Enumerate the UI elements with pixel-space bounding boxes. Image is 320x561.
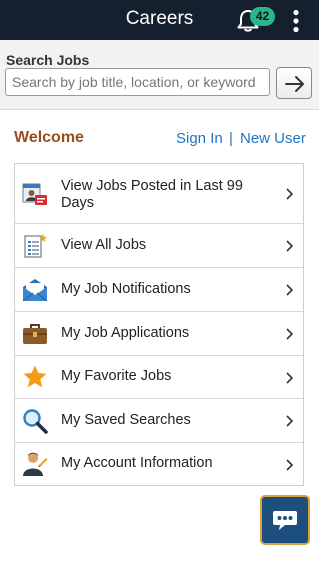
new-user-link[interactable]: New User <box>240 130 306 147</box>
menu-item-label: View All Jobs <box>61 237 147 253</box>
sign-in-link[interactable]: Sign In <box>176 130 223 147</box>
menu-item-label: My Job Notifications <box>61 281 191 297</box>
chevron-right-icon <box>286 415 294 427</box>
careers-menu: View Jobs Posted in Last 99 Days View Al… <box>14 163 304 486</box>
menu-item-label: My Favorite Jobs <box>61 368 172 384</box>
search-go-button[interactable] <box>276 67 312 99</box>
chevron-right-icon <box>286 240 294 252</box>
arrow-right-icon <box>285 76 304 92</box>
link-separator: | <box>229 130 233 147</box>
chat-bubble-icon <box>273 511 297 530</box>
calendar-jobs-icon <box>22 183 47 205</box>
menu-item-my-job-notifications[interactable]: My Job Notifications <box>15 268 303 312</box>
menu-item-my-favorite-jobs[interactable]: My Favorite Jobs <box>15 356 303 399</box>
menu-item-label: My Account Information <box>61 455 213 471</box>
chevron-right-icon <box>286 284 294 296</box>
more-options-icon[interactable] <box>290 9 302 33</box>
chat-button[interactable] <box>260 495 310 545</box>
search-input[interactable] <box>5 68 270 96</box>
person-icon <box>23 452 48 476</box>
search-section: Search Jobs <box>0 40 319 110</box>
menu-item-my-account-information[interactable]: My Account Information <box>15 443 303 486</box>
menu-item-my-job-applications[interactable]: My Job Applications <box>15 312 303 356</box>
magnifier-icon <box>23 409 48 434</box>
chevron-right-icon <box>286 459 294 471</box>
menu-item-view-all-jobs[interactable]: View All Jobs <box>15 224 303 268</box>
menu-item-my-saved-searches[interactable]: My Saved Searches <box>15 399 303 443</box>
app-header: Careers 42 <box>0 0 319 40</box>
search-label: Search Jobs <box>6 52 90 68</box>
chevron-right-icon <box>286 372 294 384</box>
briefcase-icon <box>23 324 47 344</box>
envelope-icon <box>22 279 48 302</box>
star-icon <box>23 365 47 388</box>
chevron-right-icon <box>286 328 294 340</box>
document-list-icon <box>24 233 47 258</box>
notification-count-badge[interactable]: 42 <box>250 7 275 26</box>
menu-item-label: View Jobs Posted in Last 99 Days <box>61 178 243 211</box>
chevron-right-icon <box>286 188 294 200</box>
menu-item-view-jobs-posted[interactable]: View Jobs Posted in Last 99 Days <box>15 164 303 224</box>
menu-item-label: My Saved Searches <box>61 412 191 428</box>
welcome-heading: Welcome <box>14 129 84 146</box>
menu-item-label: My Job Applications <box>61 325 190 341</box>
